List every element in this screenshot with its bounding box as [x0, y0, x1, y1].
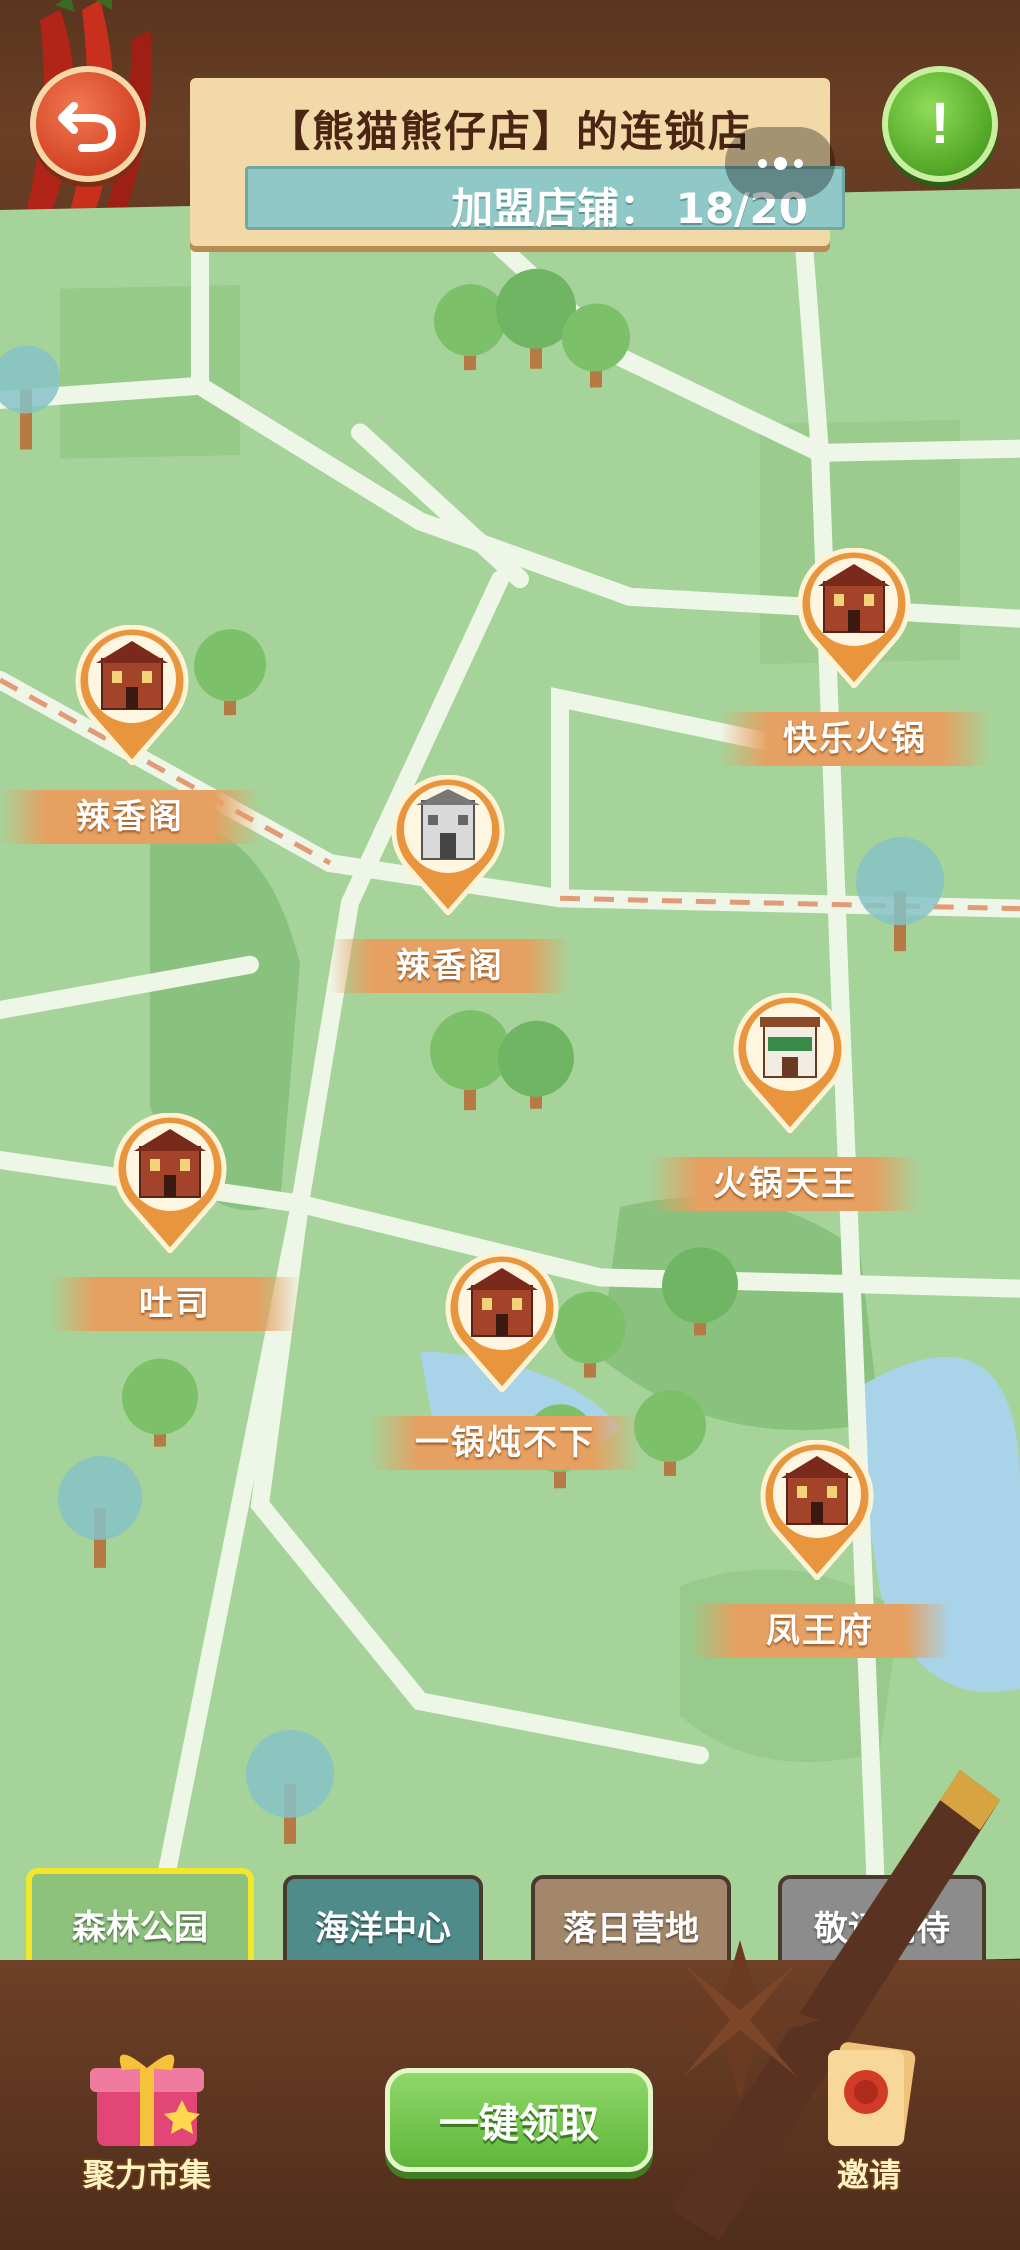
small-shop-icon — [733, 993, 847, 1133]
exclamation-icon: ! — [930, 91, 950, 156]
invite-label: 邀请 — [836, 2156, 901, 2194]
tab-label: 森林公园 — [72, 1907, 208, 1948]
info-button[interactable]: ! — [882, 66, 998, 182]
gift-box-icon — [90, 2054, 204, 2146]
store-name-label[interactable]: 辣香阁 — [0, 790, 260, 844]
store-pin[interactable] — [72, 625, 192, 765]
invite-letter-icon — [828, 2042, 916, 2146]
map-roads — [0, 188, 1020, 1981]
market-label: 聚力市集 — [82, 2156, 211, 2194]
store-name-label[interactable]: 吐司 — [50, 1277, 300, 1331]
store-pin[interactable] — [730, 993, 850, 1133]
chinese-restaurant-icon — [760, 1440, 874, 1580]
gray-pagoda-building-icon — [391, 775, 505, 915]
claim-label: 一键领取 — [439, 2101, 599, 2147]
store-name-label[interactable]: 辣香阁 — [330, 939, 570, 993]
market-button[interactable]: 聚力市集 — [82, 2040, 212, 2196]
chinese-restaurant-icon — [75, 625, 189, 765]
invite-button[interactable]: 邀请 — [814, 2040, 924, 2196]
tab-label: 海洋中心 — [315, 1908, 451, 1949]
store-name-label[interactable]: 火锅天王 — [650, 1157, 920, 1211]
star-anise-icon — [660, 1940, 820, 2100]
chinese-restaurant-icon — [445, 1252, 559, 1392]
back-button[interactable] — [30, 66, 146, 182]
franchise-label: 加盟店铺： — [451, 184, 662, 233]
claim-all-button[interactable]: 一键领取 — [385, 2068, 653, 2172]
store-pin[interactable] — [442, 1252, 562, 1392]
store-pin[interactable] — [757, 1440, 877, 1580]
store-name-label[interactable]: 快乐火锅 — [720, 712, 990, 766]
store-pin[interactable] — [388, 775, 508, 915]
back-arrow-icon — [58, 102, 117, 152]
chinese-restaurant-icon — [113, 1113, 227, 1253]
chinese-restaurant-icon — [797, 548, 911, 688]
store-pin[interactable] — [110, 1113, 230, 1253]
store-name-label[interactable]: 一锅炖不下 — [370, 1416, 640, 1470]
store-pin[interactable] — [794, 548, 914, 688]
more-options-button[interactable] — [725, 127, 835, 199]
store-name-label[interactable]: 凤王府 — [690, 1604, 950, 1658]
map-area — [0, 188, 1020, 1981]
pen-decoration — [660, 1770, 1000, 2240]
